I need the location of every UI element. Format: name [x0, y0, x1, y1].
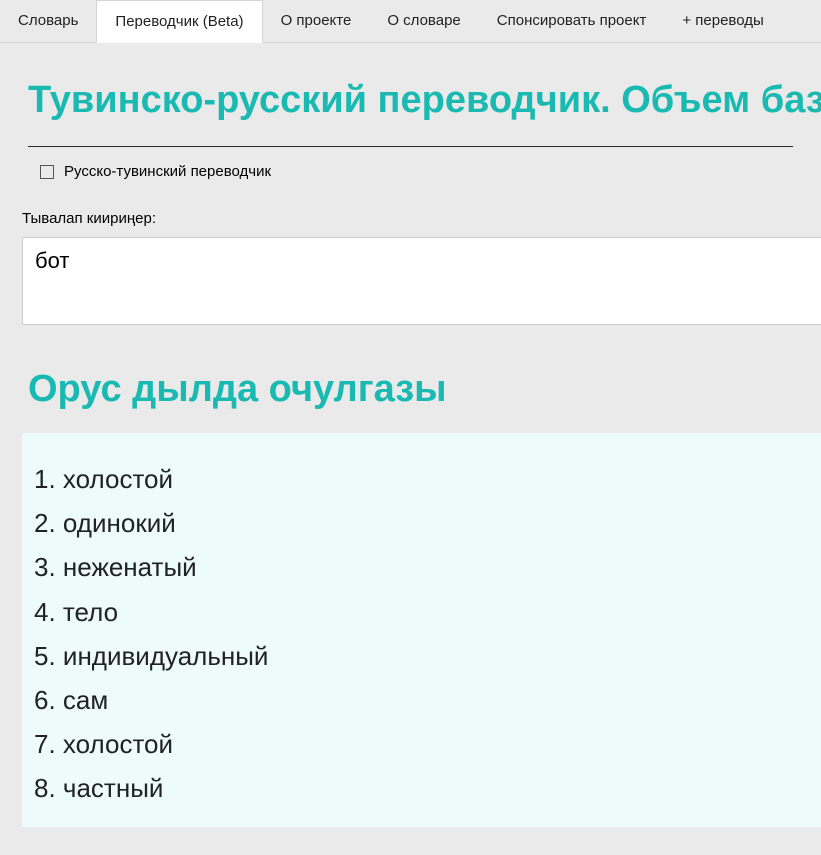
nav-item-5[interactable]: + переводы: [664, 0, 781, 42]
result-item: холостой: [34, 722, 793, 766]
nav-item-2[interactable]: О проекте: [263, 0, 370, 42]
nav-item-0[interactable]: Словарь: [0, 0, 96, 42]
nav-item-3[interactable]: О словаре: [369, 0, 478, 42]
results-title: Орус дылда очулгазы: [0, 330, 821, 433]
result-item: индивидуальный: [34, 634, 793, 678]
page-title: Тувинско-русский переводчик. Объем баз: [0, 43, 821, 146]
input-label: Тывалап киириңер:: [0, 186, 821, 237]
checkbox-icon[interactable]: [40, 165, 54, 179]
result-item: одинокий: [34, 501, 793, 545]
nav-item-1[interactable]: Переводчик (Beta): [96, 0, 262, 43]
result-item: холостой: [34, 457, 793, 501]
reverse-checkbox-row[interactable]: Русско-тувинский переводчик: [0, 147, 821, 186]
nav-item-4[interactable]: Спонсировать проект: [479, 0, 665, 42]
result-item: неженатый: [34, 545, 793, 589]
top-nav: СловарьПереводчик (Beta)О проектеО слова…: [0, 0, 821, 43]
translate-input[interactable]: [22, 237, 821, 325]
results-panel: холостойодинокийнеженатыйтелоиндивидуаль…: [22, 433, 821, 827]
reverse-checkbox-label: Русско-тувинский переводчик: [64, 163, 271, 180]
result-item: тело: [34, 590, 793, 634]
result-item: частный: [34, 766, 793, 810]
results-list: холостойодинокийнеженатыйтелоиндивидуаль…: [34, 457, 793, 811]
result-item: сам: [34, 678, 793, 722]
